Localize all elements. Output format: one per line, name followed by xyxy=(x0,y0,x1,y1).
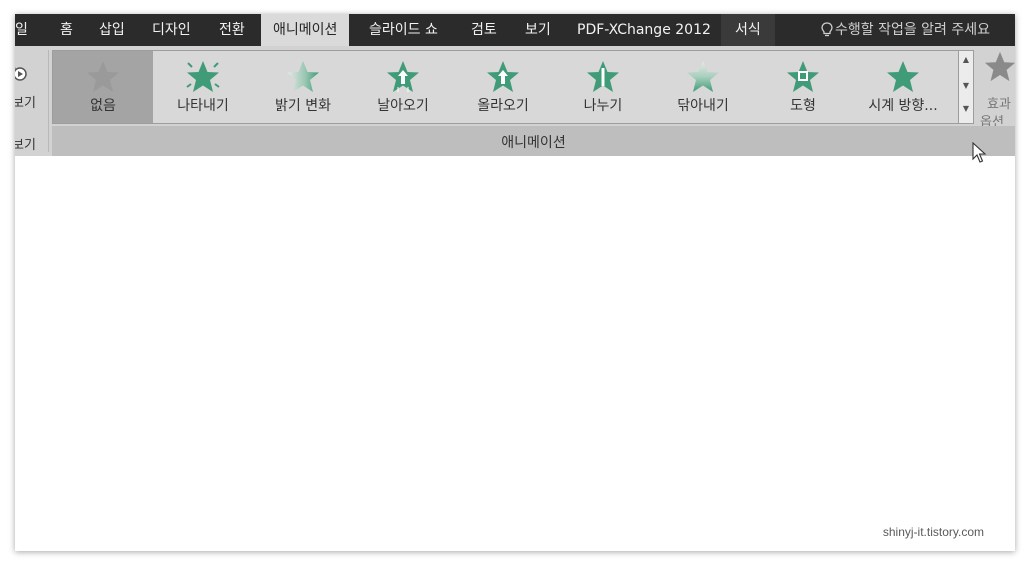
tab-file[interactable]: 일 xyxy=(15,14,28,46)
effect-appear[interactable]: 나타내기 xyxy=(153,51,253,123)
tab-home[interactable]: 홈 xyxy=(60,14,73,46)
animations-ribbon: 보기 보기 없음 나타내기 밝기 변화 날아오기 올라오기 나누기 닦아내기 도… xyxy=(15,46,1015,156)
effect-label: 닦아내기 xyxy=(677,98,729,114)
star-fly-in-icon xyxy=(387,61,419,92)
tab-review[interactable]: 검토 xyxy=(471,14,497,46)
tab-pdf-xchange[interactable]: PDF-XChange 2012 xyxy=(577,14,711,46)
effect-split[interactable]: 나누기 xyxy=(553,51,653,123)
tab-slideshow[interactable]: 슬라이드 쇼 xyxy=(369,14,438,46)
star-fade-icon xyxy=(287,61,319,92)
watermark: shinyj-it.tistory.com xyxy=(882,525,984,539)
effect-fly-in[interactable]: 날아오기 xyxy=(353,51,453,123)
effect-label: 나누기 xyxy=(583,98,623,114)
effect-label: 도형 xyxy=(790,98,816,114)
effect-fade[interactable]: 밝기 변화 xyxy=(253,51,353,123)
effect-label: 밝기 변화 xyxy=(275,98,331,114)
effect-label: 올라오기 xyxy=(477,98,529,114)
effect-label: 날아오기 xyxy=(377,98,429,114)
effect-float-in[interactable]: 올라오기 xyxy=(453,51,553,123)
tell-me-search[interactable]: 수행할 작업을 알려 주세요 xyxy=(821,14,990,46)
group-separator xyxy=(48,50,49,152)
tab-design[interactable]: 디자인 xyxy=(152,14,191,46)
powerpoint-window: 일 홈 삽입 디자인 전환 애니메이션 슬라이드 쇼 검토 보기 PDF-XCh… xyxy=(15,14,1015,551)
preview-group-label: 보기 xyxy=(15,138,36,153)
star-split-icon xyxy=(587,61,619,92)
tell-me-text: 수행할 작업을 알려 주세요 xyxy=(835,22,991,38)
effect-wheel[interactable]: 시계 방향... xyxy=(853,51,953,123)
animation-group-label-bar: 애니메이션 xyxy=(52,126,1015,156)
ribbon-tab-bar: 일 홈 삽입 디자인 전환 애니메이션 슬라이드 쇼 검토 보기 PDF-XCh… xyxy=(15,14,1015,46)
gallery-scrollbar[interactable]: ▲ ▼ ▼ xyxy=(959,50,974,124)
animation-group-label: 애니메이션 xyxy=(501,135,566,151)
preview-button-label[interactable]: 보기 xyxy=(15,92,36,111)
slide-editing-area[interactable]: shinyj-it.tistory.com xyxy=(15,156,1015,551)
mouse-cursor-icon xyxy=(972,142,987,163)
tab-format[interactable]: 서식 xyxy=(721,14,775,46)
effect-options-label-1: 효과 xyxy=(987,97,1011,112)
tab-insert[interactable]: 삽입 xyxy=(99,14,125,46)
star-float-in-icon xyxy=(487,61,519,92)
effect-none[interactable]: 없음 xyxy=(53,51,153,123)
tab-transitions[interactable]: 전환 xyxy=(219,14,245,46)
star-shape-icon xyxy=(787,61,819,92)
effect-label: 없음 xyxy=(90,98,116,114)
effect-options-star-icon xyxy=(984,51,1015,82)
star-wipe-icon xyxy=(687,61,719,92)
lightbulb-icon xyxy=(821,22,833,37)
scroll-down-icon[interactable]: ▼ xyxy=(959,81,973,90)
star-burst-icon xyxy=(186,61,220,92)
effect-wipe[interactable]: 닦아내기 xyxy=(653,51,753,123)
preview-group: 보기 보기 xyxy=(15,46,49,156)
scroll-up-icon[interactable]: ▲ xyxy=(959,55,973,64)
star-gray-icon xyxy=(87,61,119,92)
tab-view[interactable]: 보기 xyxy=(525,14,551,46)
animation-gallery: 없음 나타내기 밝기 변화 날아오기 올라오기 나누기 닦아내기 도형 시계 방… xyxy=(52,50,959,124)
preview-play-icon[interactable] xyxy=(15,62,29,86)
tab-animations[interactable]: 애니메이션 xyxy=(261,14,350,46)
effect-label: 시계 방향... xyxy=(868,98,938,114)
star-wheel-icon xyxy=(887,61,919,92)
effect-shape[interactable]: 도형 xyxy=(753,51,853,123)
gallery-more-icon[interactable]: ▼ xyxy=(959,104,973,113)
effect-label: 나타내기 xyxy=(177,98,229,114)
effect-options-button[interactable]: 효과 옵션 xyxy=(977,48,1015,130)
